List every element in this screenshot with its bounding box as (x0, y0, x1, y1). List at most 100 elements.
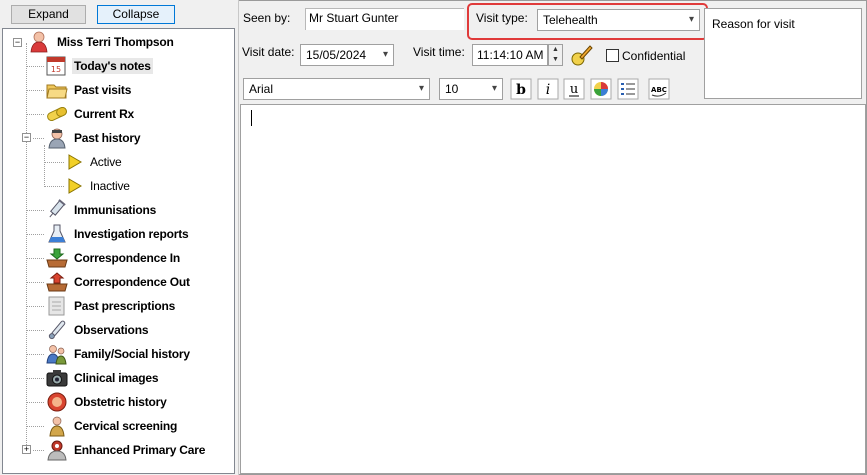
tree-node-observations[interactable]: Observations (25, 319, 150, 341)
fetus-icon (45, 391, 69, 413)
tree-connector (26, 306, 44, 307)
seen-by-field[interactable]: Mr Stuart Gunter (305, 8, 464, 30)
tree-connector (26, 402, 44, 403)
tree-connector (26, 66, 44, 67)
spin-up-icon[interactable]: ▲ (549, 45, 562, 55)
font-size-select[interactable]: 10 ▾ (439, 78, 503, 100)
visit-date-picker[interactable]: 15/05/2024 ▾ (300, 44, 394, 66)
visit-type-select[interactable]: Telehealth ▾ (537, 9, 700, 31)
tree-node-patient[interactable]: − Miss Terri Thompson (13, 31, 176, 53)
tree-node-past-prescriptions[interactable]: Past prescriptions (25, 295, 177, 317)
collapse-button[interactable]: Collapse (97, 5, 175, 24)
collapse-toggle[interactable]: − (13, 37, 22, 47)
tree-node-active[interactable]: Active (43, 151, 123, 173)
svg-text:i: i (546, 82, 550, 98)
care-team-icon (45, 439, 69, 461)
camera-icon (45, 367, 69, 389)
tree-node-investigation-reports[interactable]: Investigation reports (25, 223, 191, 245)
tree-label: Active (90, 155, 122, 169)
font-size-value: 10 (445, 82, 459, 96)
reason-for-visit-box[interactable]: Reason for visit (704, 8, 862, 99)
chevron-down-icon: ▾ (688, 14, 694, 25)
tree-node-cervical-screening[interactable]: Cervical screening (25, 415, 179, 437)
tree-connector (33, 450, 44, 451)
panel-splitter[interactable] (235, 0, 239, 475)
tree-connector (26, 210, 44, 211)
outbox-icon (45, 271, 69, 293)
tree-node-correspondence-in[interactable]: Correspondence In (25, 247, 182, 269)
tree-connector (26, 114, 44, 115)
tree-node-immunisations[interactable]: Immunisations (25, 199, 158, 221)
tree-label: Today's notes (72, 58, 153, 74)
svg-text:ABC: ABC (651, 86, 667, 94)
tree-connector (26, 330, 44, 331)
pencil-clock-icon[interactable] (570, 43, 594, 67)
prescription-icon (45, 295, 69, 317)
collapse-toggle[interactable]: − (22, 133, 31, 142)
list-icon[interactable] (617, 78, 639, 100)
tree-connector (26, 258, 44, 259)
tree-connector (26, 378, 44, 379)
tree-node-family-social-history[interactable]: Family/Social history (25, 343, 192, 365)
folder-icon (45, 79, 69, 101)
tree-connector (26, 354, 44, 355)
visit-time-field[interactable]: 11:14:10 AM (472, 44, 548, 66)
person-icon (45, 415, 69, 437)
tree-label: Obstetric history (74, 395, 167, 409)
tree-label: Past prescriptions (74, 299, 176, 313)
confidential-label: Confidential (622, 49, 686, 63)
tree-node-clinical-images[interactable]: Clinical images (25, 367, 160, 389)
tree-node-todays-notes[interactable]: 15 Today's notes (25, 55, 153, 77)
underline-icon[interactable]: u (563, 78, 585, 100)
tree-label: Past history (74, 131, 141, 145)
tree-label: Enhanced Primary Care (74, 443, 206, 457)
expand-toggle[interactable]: + (22, 445, 31, 454)
patient-tree: − Miss Terri Thompson 15 Today's notes P… (2, 28, 235, 474)
tree-label: Current Rx (74, 107, 135, 121)
spin-down-icon[interactable]: ▼ (549, 55, 562, 65)
tree-label: Observations (74, 323, 149, 337)
visit-time-label: Visit time: (413, 45, 465, 59)
capsule-icon (45, 103, 69, 125)
syringe-icon (45, 199, 69, 221)
font-family-value: Arial (249, 82, 274, 96)
patient-icon (28, 31, 52, 53)
tree-node-obstetric-history[interactable]: Obstetric history (25, 391, 169, 413)
seen-by-label: Seen by: (243, 11, 291, 25)
tree-connector (44, 162, 64, 163)
tree-node-enhanced-primary-care[interactable]: + Enhanced Primary Care (22, 439, 207, 461)
tree-label: Family/Social history (74, 347, 190, 361)
left-panel: Expand Collapse − Miss Terri Thompson 15… (0, 0, 237, 475)
tree-connector (26, 90, 44, 91)
spellcheck-icon[interactable]: ABC (648, 78, 670, 100)
expand-button[interactable]: Expand (11, 5, 86, 24)
calendar-icon: 15 (45, 55, 69, 77)
tree-node-current-rx[interactable]: Current Rx (25, 103, 136, 125)
patient-name: Miss Terri Thompson (57, 35, 174, 49)
tree-label: Investigation reports (74, 227, 189, 241)
tree-node-inactive[interactable]: Inactive (43, 175, 132, 197)
tree-label: Immunisations (74, 203, 157, 217)
font-family-select[interactable]: Arial ▾ (243, 78, 430, 100)
tree-node-past-visits[interactable]: Past visits (25, 79, 133, 101)
visit-date-label: Visit date: (242, 45, 295, 59)
visit-type-label: Visit type: (476, 11, 528, 25)
svg-text:15: 15 (51, 65, 61, 74)
tree-label: Past visits (74, 83, 132, 97)
tree-label: Clinical images (74, 371, 159, 385)
chevron-down-icon: ▾ (382, 49, 388, 60)
bold-icon[interactable]: b (510, 78, 532, 100)
visit-type-value: Telehealth (543, 13, 598, 27)
color-icon[interactable] (590, 78, 612, 100)
svg-text:b: b (516, 82, 526, 98)
tree-label: Correspondence Out (74, 275, 190, 289)
tree-node-past-history[interactable]: − Past history (22, 127, 142, 149)
notes-editor[interactable] (240, 104, 866, 474)
italic-icon[interactable]: i (537, 78, 559, 100)
doctor-icon (45, 127, 69, 149)
text-caret (251, 110, 252, 126)
tree-node-correspondence-out[interactable]: Correspondence Out (25, 271, 192, 293)
family-icon (45, 343, 69, 365)
confidential-checkbox[interactable] (606, 49, 619, 62)
visit-time-spinner[interactable]: ▲ ▼ (548, 44, 563, 66)
